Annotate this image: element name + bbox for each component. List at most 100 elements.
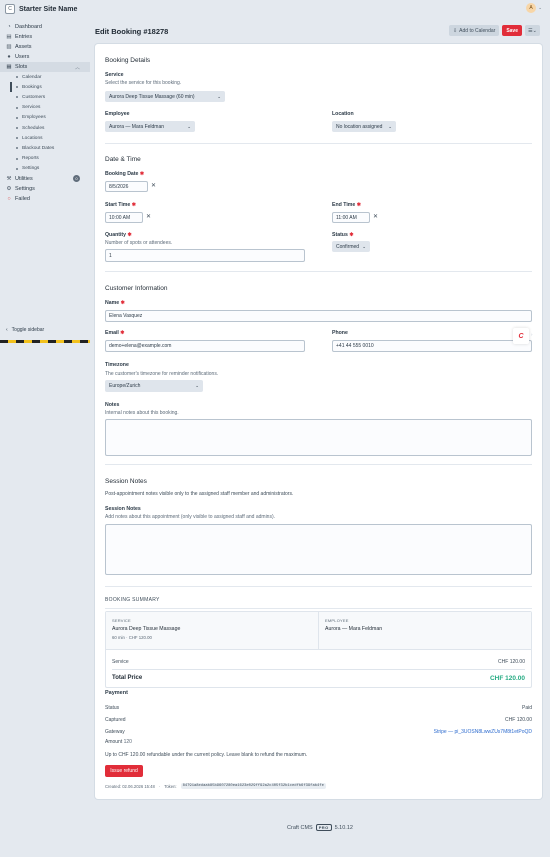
- utilities-badge: 0: [73, 175, 80, 183]
- chevron-down-icon: ⌄: [187, 123, 191, 129]
- chevron-down-icon[interactable]: ⌄: [538, 5, 542, 11]
- craft-widget-icon[interactable]: C: [513, 328, 529, 344]
- nav-item-failed[interactable]: ○ Failed: [0, 194, 90, 204]
- clear-start-time-icon[interactable]: ✕: [146, 213, 151, 220]
- subnav-locations[interactable]: Locations: [10, 133, 90, 143]
- payment-amount-label: Amount: [105, 739, 123, 745]
- bullet-icon: [16, 137, 18, 140]
- notes-textarea[interactable]: [105, 419, 532, 456]
- chevron-down-icon: ⌄: [217, 93, 221, 99]
- clear-date-icon[interactable]: ✕: [151, 182, 156, 189]
- subnav-employees[interactable]: Employees: [10, 113, 90, 123]
- token-value[interactable]: 84791a8edaab85b9607280ea1623e029ff92a2c4…: [180, 783, 326, 789]
- service-select[interactable]: Aurora Deep Tissue Massage (60 min) ⌄: [105, 91, 225, 102]
- footer-version: 5.10.12: [334, 824, 353, 831]
- failed-icon: ○: [7, 195, 11, 202]
- required-icon: ✱: [131, 202, 137, 208]
- subnav-calendar[interactable]: Calendar: [10, 72, 90, 82]
- location-select[interactable]: No location assigned ⌄: [332, 121, 396, 132]
- save-button[interactable]: Save: [502, 25, 522, 36]
- payment-gateway-text[interactable]: Stripe — pi_3UOSN8LwwZUs7M8t1etPoQD: [434, 729, 532, 735]
- edition-badge: PRO: [315, 824, 332, 831]
- subnav-services[interactable]: Services: [10, 103, 90, 113]
- site-name: Starter Site Name: [19, 5, 78, 13]
- subnav-settings[interactable]: Settings: [10, 164, 90, 174]
- timezone-hint: The customer's timezone for reminder not…: [105, 371, 219, 377]
- notes-label: Notes: [105, 402, 120, 408]
- nav-item-slots[interactable]: ▦ Slots ︿: [0, 62, 90, 72]
- payment-captured-value: CHF 120.00: [505, 717, 532, 723]
- payment-status-value: Paid: [521, 705, 532, 711]
- quantity-hint: Number of spots or attendees.: [105, 240, 173, 246]
- site-header[interactable]: C Starter Site Name: [0, 0, 90, 18]
- phone-input[interactable]: +41 44 555 0010: [332, 340, 532, 352]
- start-time-input[interactable]: 10:00 AM: [105, 212, 143, 223]
- subnav-customers[interactable]: Customers: [10, 92, 90, 102]
- location-label: Location: [332, 111, 354, 117]
- created-timestamp: Created: 02.06.2026 15:48: [105, 783, 155, 789]
- payment-captured-label: Captured: [105, 717, 126, 723]
- toggle-sidebar-button[interactable]: ‹ Toggle sidebar: [6, 327, 44, 333]
- session-notes-hint: Add notes about this appointment (only v…: [105, 514, 276, 520]
- nav-item-assets[interactable]: ▨ Assets: [0, 42, 90, 52]
- nav-item-label: Settings: [15, 185, 35, 192]
- subnav-bookings[interactable]: Bookings: [10, 82, 90, 93]
- name-input[interactable]: Elena Vasquez: [105, 310, 532, 322]
- bullet-icon: [16, 76, 18, 79]
- nav-item-users[interactable]: ● Users: [0, 52, 90, 62]
- chevron-down-icon: ⌄: [362, 243, 366, 249]
- entries-icon: ▤: [6, 34, 12, 40]
- status-select-value: Confirmed: [336, 243, 360, 250]
- dev-mode-stripes: [0, 340, 90, 343]
- subnav-label: Schedules: [22, 125, 45, 131]
- quantity-label: Quantity ✱: [105, 232, 132, 238]
- issue-refund-button[interactable]: Issue refund: [105, 765, 143, 777]
- subnav-label: Locations: [22, 135, 43, 141]
- summary-total-label: Total Price: [112, 675, 143, 681]
- end-time-input[interactable]: 11:00 AM: [332, 212, 370, 223]
- payment-status-label: Status: [105, 705, 120, 711]
- widget-arrow-icon[interactable]: ›: [531, 332, 533, 337]
- subnav-schedules[interactable]: Schedules: [10, 123, 90, 133]
- bullet-icon: [16, 167, 18, 170]
- quantity-input[interactable]: 1: [105, 249, 305, 262]
- start-time-label: Start Time ✱: [105, 202, 136, 208]
- service-label: Service: [105, 72, 124, 78]
- summary-employee-cell: EMPLOYEE Aurora — Mara Feldman: [319, 612, 531, 650]
- booking-date-input[interactable]: 8/5/2026: [105, 181, 148, 192]
- summary-line-label: Service: [112, 659, 129, 665]
- subnav-reports[interactable]: Reports: [10, 154, 90, 164]
- save-menu-button[interactable]: ☰⌄: [525, 25, 540, 36]
- session-notes-textarea[interactable]: [105, 524, 532, 575]
- status-select[interactable]: Confirmed ⌄: [332, 241, 370, 252]
- phone-label: Phone: [332, 330, 348, 336]
- subnav-label: Calendar: [22, 74, 42, 80]
- subnav-blackout-dates[interactable]: Blackout Dates: [10, 143, 90, 153]
- timezone-select[interactable]: Europe/Zurich ⌄: [105, 380, 203, 392]
- service-hint: Select the service for this booking.: [105, 80, 182, 86]
- user-avatar[interactable]: A: [526, 3, 536, 13]
- created-meta: Created: 02.06.2026 15:48 · Token: 84791…: [105, 783, 326, 789]
- download-icon: ⇩: [452, 27, 458, 34]
- summary-service-name: Aurora Deep Tissue Massage: [112, 626, 181, 632]
- booking-date-label: Booking Date ✱: [105, 171, 144, 177]
- nav-item-settings[interactable]: ⚙ Settings: [0, 184, 90, 194]
- timezone-select-value: Europe/Zurich: [109, 383, 141, 389]
- nav-item-label: Entries: [15, 34, 33, 40]
- employee-select[interactable]: Aurora — Mara Feldman ⌄: [105, 121, 195, 132]
- subnav-label: Employees: [22, 115, 46, 121]
- add-to-calendar-button[interactable]: ⇩ Add to Calendar: [448, 25, 500, 36]
- slots-subnav: Calendar Bookings Customers Services Emp…: [0, 72, 90, 174]
- customer-heading: Customer Information: [105, 285, 168, 292]
- nav-item-dashboard[interactable]: ◔ Dashboard: [0, 22, 90, 32]
- bullet-icon: [16, 116, 18, 119]
- clear-end-time-icon[interactable]: ✕: [373, 213, 378, 220]
- nav-item-utilities[interactable]: ⚒ Utilities 0: [0, 174, 90, 184]
- nav-item-label: Users: [15, 54, 30, 60]
- header-actions: ⇩ Add to Calendar Save ☰⌄: [448, 25, 540, 36]
- nav-item-entries[interactable]: ▤ Entries: [0, 32, 90, 42]
- session-notes-label: Session Notes: [105, 506, 141, 512]
- summary-line-value: CHF 120.00: [498, 659, 525, 665]
- email-input[interactable]: demo+elena@example.com: [105, 340, 305, 352]
- summary-card: SERVICE Aurora Deep Tissue Massage 60 mi…: [105, 611, 532, 688]
